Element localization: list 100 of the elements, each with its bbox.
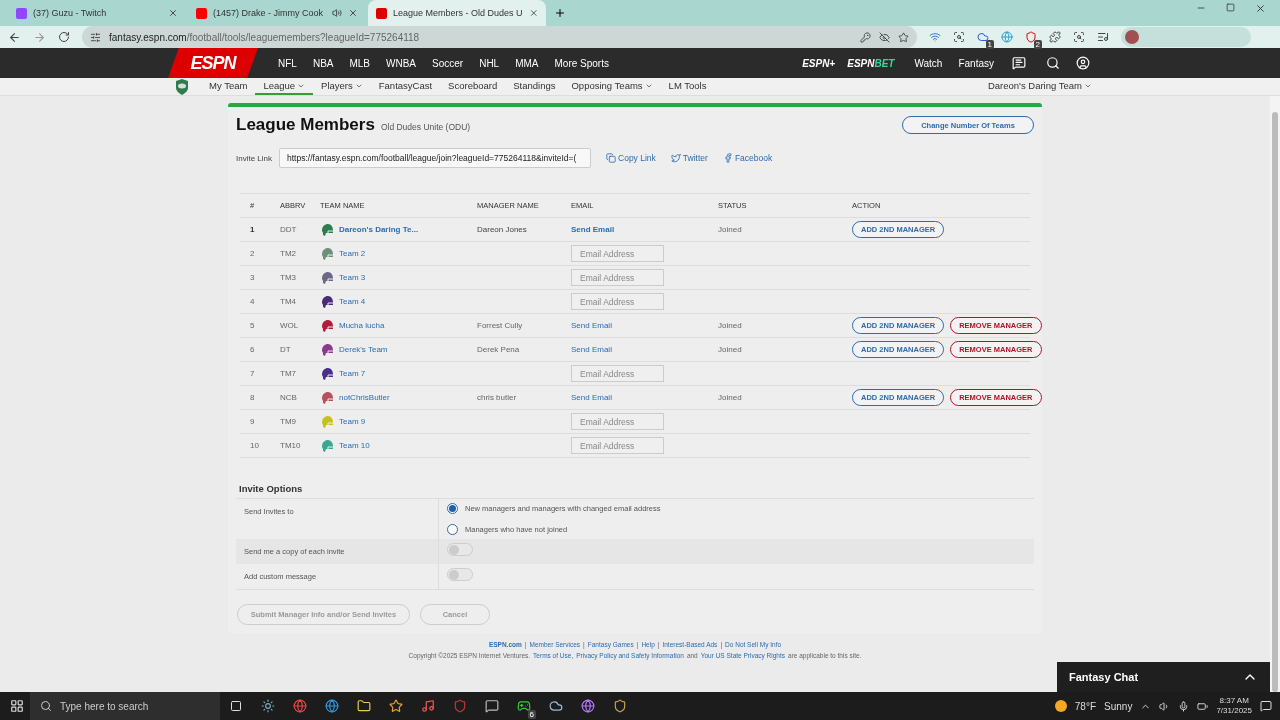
table-cell: Joined xyxy=(718,321,742,330)
nav-tab[interactable]: League xyxy=(255,78,314,95)
nav-tab[interactable]: Standings xyxy=(505,78,564,95)
radio-button[interactable] xyxy=(447,503,458,514)
browser-tab[interactable]: (1457) Drake - Jimmy Cook xyxy=(188,0,366,26)
table-cell: Dareon Jones xyxy=(477,225,527,234)
team-link[interactable]: Derek's Team xyxy=(339,345,388,354)
team-link[interactable]: Team 10 xyxy=(339,441,370,450)
start-icon[interactable] xyxy=(10,699,24,713)
bookmark-star-icon[interactable] xyxy=(898,31,909,43)
signal-icon[interactable] xyxy=(929,31,941,43)
send-email-link[interactable]: Send Email xyxy=(571,225,615,234)
search-tab-icon[interactable] xyxy=(1073,31,1085,43)
extension-icon[interactable] xyxy=(977,31,989,43)
browser-tab[interactable]: (37) Guzu - Twitch xyxy=(8,0,186,26)
nav-tab[interactable]: LM Tools xyxy=(660,78,715,95)
mic-icon[interactable] xyxy=(1178,700,1190,712)
table-cell: Joined xyxy=(718,225,742,234)
site-settings-icon[interactable] xyxy=(90,31,101,43)
table-cell-text: 3 xyxy=(250,273,256,282)
toggle-switch[interactable] xyxy=(447,568,473,581)
back-icon[interactable] xyxy=(8,30,21,44)
send-email-link[interactable]: Send Email xyxy=(571,345,612,354)
espn-bet-logo[interactable]: ESPNBET xyxy=(847,57,895,69)
clock-time: 8:37 AM xyxy=(1219,696,1249,706)
sport-link[interactable]: Soccer xyxy=(424,57,472,69)
nav-tab[interactable]: Scoreboard xyxy=(440,78,506,95)
f-letter-icon xyxy=(722,153,733,163)
team-link[interactable]: Team 3 xyxy=(339,273,366,282)
nav-link[interactable]: Watch xyxy=(906,57,951,69)
chat-bar[interactable]: Fantasy Chat xyxy=(1057,662,1270,692)
send-email-link[interactable]: Send Email xyxy=(571,321,612,330)
close-icon[interactable] xyxy=(348,8,358,18)
close-icon[interactable] xyxy=(528,8,538,18)
team-link[interactable]: Team 2 xyxy=(339,249,366,258)
toggle-switch[interactable] xyxy=(447,543,473,556)
team-link[interactable]: Mucha lucha xyxy=(339,321,385,330)
nav-tab[interactable]: FantasyCast xyxy=(370,78,441,95)
speaker-icon[interactable] xyxy=(332,8,342,18)
espn-logo[interactable]: ESPN xyxy=(168,48,258,78)
espn-plus-logo[interactable]: ESPN+ xyxy=(802,57,836,69)
temperature-text: 78°F xyxy=(1074,700,1097,712)
team-link[interactable]: Team 4 xyxy=(339,297,366,306)
team-menu[interactable]: Dareon's Daring Team xyxy=(979,78,1100,95)
team-link[interactable]: Team 7 xyxy=(339,369,366,378)
extension-icon[interactable] xyxy=(1025,31,1037,43)
nav-tab[interactable]: My Team xyxy=(201,78,256,95)
taskbar-search[interactable]: Type here to search xyxy=(30,692,220,720)
team-link[interactable]: Team 9 xyxy=(339,417,366,426)
nav-tab[interactable]: Opposing Teams xyxy=(563,78,661,95)
media-icon[interactable] xyxy=(1097,31,1109,43)
table-cell-text: 1 xyxy=(250,225,256,234)
site-icon xyxy=(376,7,387,19)
weather-text: Sunny xyxy=(1104,700,1133,712)
team-link[interactable]: Dareon's Daring Te... xyxy=(339,225,419,234)
sport-link[interactable]: WNBA xyxy=(378,57,425,69)
share-link[interactable]: Copy Link xyxy=(606,153,656,163)
league-shield-icon[interactable] xyxy=(175,78,189,95)
new-tab-icon[interactable] xyxy=(554,7,566,19)
gamepad-icon[interactable] xyxy=(517,699,531,713)
table-cell-text: 6 xyxy=(250,345,256,354)
sport-link[interactable]: NHL xyxy=(471,57,508,69)
nav-tab[interactable]: Players xyxy=(313,78,371,95)
table-cell-text: 4 xyxy=(250,297,256,306)
close-icon[interactable] xyxy=(1255,3,1266,14)
notification-icon[interactable] xyxy=(1260,700,1272,712)
reload-icon[interactable] xyxy=(58,31,70,43)
maximize-icon[interactable] xyxy=(1226,3,1235,12)
team-link[interactable]: notChrisButler xyxy=(339,393,390,402)
nav-link[interactable]: Fantasy xyxy=(950,57,1002,69)
sport-link[interactable]: MMA xyxy=(507,57,547,69)
table-cell-text: NCB xyxy=(280,393,298,402)
invite-link-field[interactable]: https://fantasy.espn.com/football/league/join?leagueId=775264118&inviteId=( xyxy=(279,148,592,168)
sport-link[interactable]: MLB xyxy=(341,57,379,69)
search-icon[interactable] xyxy=(1046,56,1060,70)
share-link[interactable]: Facebook xyxy=(722,153,773,163)
account-icon[interactable] xyxy=(1076,56,1090,70)
send-email-link[interactable]: Send Email xyxy=(571,393,612,402)
scrollbar-thumb[interactable] xyxy=(1272,112,1278,692)
key-icon[interactable] xyxy=(860,31,871,43)
close-icon[interactable] xyxy=(168,8,178,18)
battery-icon[interactable] xyxy=(1197,700,1209,712)
table-cell-text: WOL xyxy=(280,321,300,330)
share-link[interactable]: Twitter xyxy=(670,153,708,163)
page-title: League Members xyxy=(236,115,375,134)
league-name: Old Dudes Unite (ODU) xyxy=(380,122,471,132)
table-cell: Joined xyxy=(718,393,742,402)
browser-tab[interactable]: League Members - Old Dudes U xyxy=(368,0,546,26)
extension-icon[interactable] xyxy=(953,31,965,43)
sport-link[interactable]: More Sports xyxy=(546,57,617,69)
address-bar[interactable]: fantasy.espn.com/football/tools/leaguemembers?leagueId=775264118 xyxy=(82,26,917,48)
profile-button[interactable] xyxy=(1121,27,1251,47)
news-icon[interactable] xyxy=(1012,56,1026,70)
sport-link[interactable]: NBA xyxy=(304,57,342,69)
count-badge: 6 xyxy=(527,710,536,719)
radio-button[interactable] xyxy=(447,524,458,535)
sport-link[interactable]: NFL xyxy=(270,57,305,69)
eye-off-icon[interactable] xyxy=(879,31,890,43)
table-cell-text: TM7 xyxy=(280,369,297,378)
extensions-icon[interactable] xyxy=(1049,31,1061,43)
